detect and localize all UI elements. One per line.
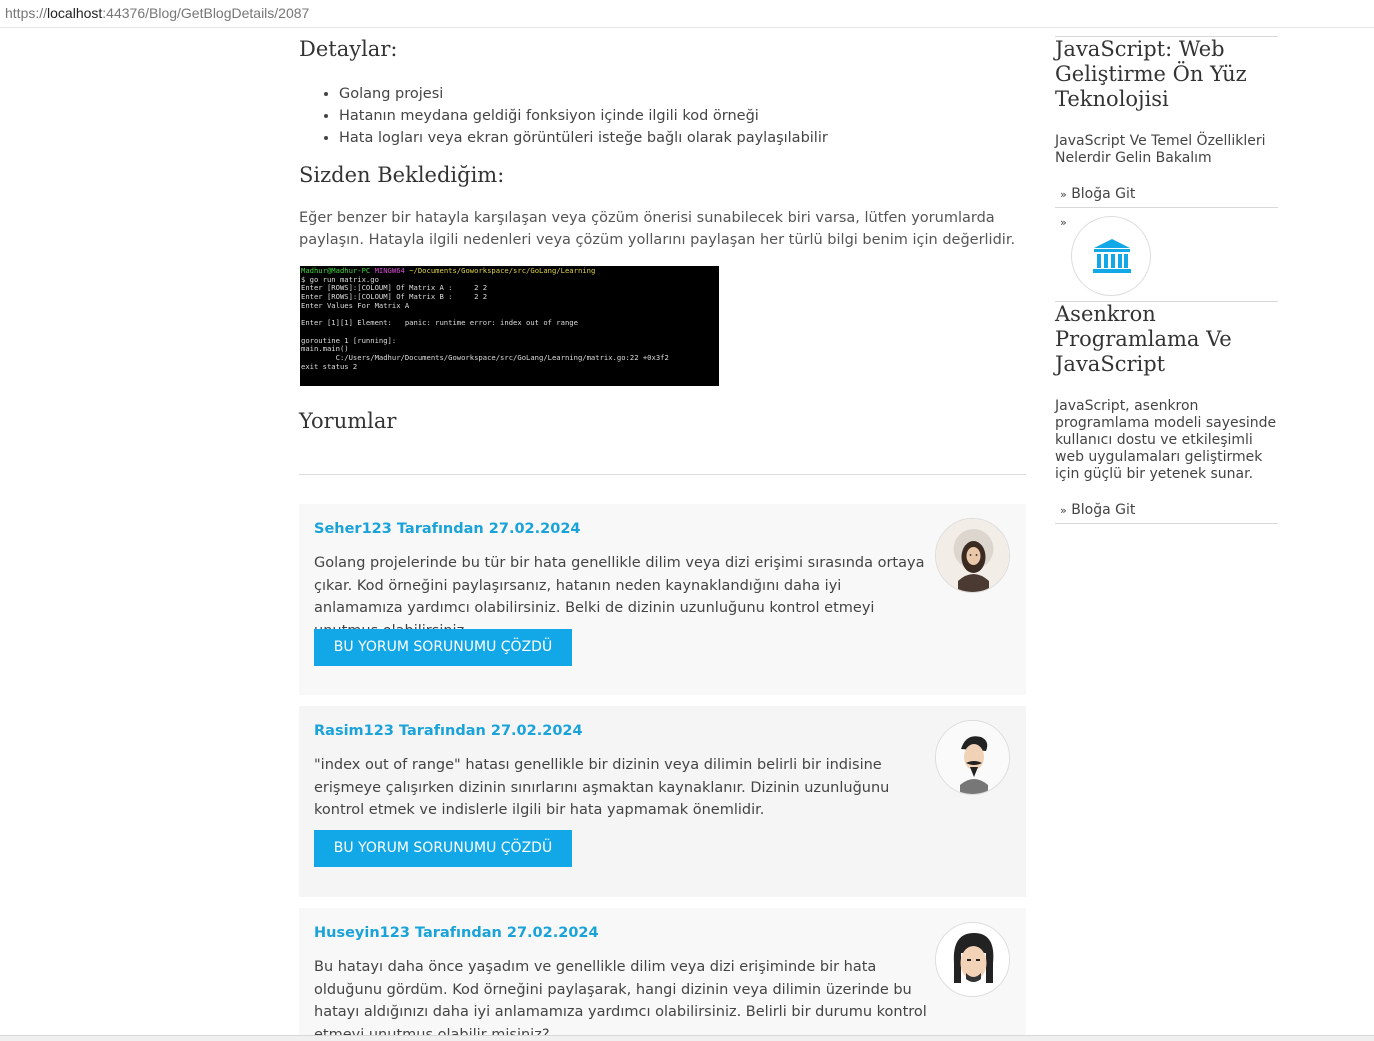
terminal-path: ~/Documents/Goworkspace/src/GoLang/Learn… [409, 266, 596, 275]
comment-text: Bu hatayı daha önce yaşadım ve genellikl… [314, 959, 927, 1041]
chevron-right-icon: » [1060, 216, 1067, 229]
divider [1055, 207, 1278, 208]
go-to-blog-label: Bloğa Git [1071, 186, 1136, 202]
comment-author-date[interactable]: Seher123 Tarafından 27.02.2024 [314, 521, 581, 537]
comment-author-date[interactable]: Rasim123 Tarafından 27.02.2024 [314, 723, 583, 739]
sidebar-post-title[interactable]: Asenkron Programlama Ve JavaScript [1055, 302, 1278, 377]
expectation-text: Eğer benzer bir hatayla karşılaşan veya … [299, 210, 1016, 248]
terminal-line: Enter Values For Matrix A [301, 300, 410, 310]
address-bar[interactable]: https://localhost:44376/Blog/GetBlogDeta… [0, 0, 1374, 28]
solved-my-problem-button[interactable]: BU YORUM SORUNUMU ÇÖZDÜ [314, 830, 572, 867]
avatar [935, 720, 1010, 795]
divider [1055, 523, 1278, 524]
details-list-item: Hata logları veya ekran görüntüleri iste… [339, 127, 828, 149]
terminal-line: main.main() [301, 344, 349, 354]
man-mustache-avatar-icon [936, 721, 1009, 794]
url-scheme: https:// [5, 5, 48, 21]
url-path: :44376/Blog/GetBlogDetails/2087 [102, 5, 310, 21]
details-heading: Detaylar: [299, 37, 398, 61]
sidebar-post-description: JavaScript Ve Temel Özellikleri Nelerdir… [1055, 133, 1266, 166]
man-long-hair-avatar-icon [936, 923, 1009, 996]
avatar [935, 922, 1010, 997]
solved-my-problem-button[interactable]: BU YORUM SORUNUMU ÇÖZDÜ [314, 629, 572, 666]
terminal-user: Madhur@Madhur-PC [301, 266, 371, 275]
terminal-line: Enter [ROWS]:[COLOUM] Of Matrix A : 2 2 [301, 283, 488, 293]
details-list-item: Hatanın meydana geldiği fonksiyon içinde… [339, 105, 828, 127]
chevron-right-icon: » [1060, 504, 1067, 517]
comment-author-date[interactable]: Huseyin123 Tarafından 27.02.2024 [314, 925, 599, 941]
sidebar-post-title[interactable]: JavaScript: Web Geliştirme Ön Yüz Teknol… [1055, 37, 1278, 112]
details-list: Golang projesi Hatanın meydana geldiği f… [339, 83, 828, 149]
go-to-blog-link[interactable]: » Bloğa Git [1060, 502, 1135, 518]
sidebar-post-thumbnail[interactable] [1071, 216, 1151, 296]
comment-card: Rasim123 Tarafından 27.02.2024 "index ou… [299, 706, 1026, 897]
comments-heading: Yorumlar [299, 409, 397, 433]
details-list-item: Golang projesi [339, 83, 828, 105]
terminal-line: exit status 2 [301, 361, 358, 371]
sidebar-post-description: JavaScript, asenkron programlama modeli … [1055, 398, 1277, 482]
divider [299, 474, 1026, 475]
url-host: localhost [47, 5, 103, 21]
terminal-screenshot: Madhur@Madhur-PC MINGW64 ~/Documents/Gow… [300, 266, 719, 386]
go-to-blog-link[interactable]: » Bloğa Git [1060, 186, 1135, 202]
terminal-line: Enter [ROWS]:[COLOUM] Of Matrix B : 2 2 [301, 292, 488, 302]
terminal-line: Enter [1][1] Element: panic: runtime err… [301, 318, 578, 328]
bank-icon [1093, 239, 1131, 273]
terminal-line: $ go run matrix.go [301, 274, 379, 284]
url-text[interactable]: https://localhost:44376/Blog/GetBlogDeta… [5, 5, 309, 21]
comment-text: "index out of range" hatası genellikle b… [314, 757, 890, 818]
comment-card: Seher123 Tarafından 27.02.2024 Golang pr… [299, 504, 1026, 695]
horizontal-scrollbar[interactable] [0, 1035, 1374, 1041]
go-to-blog-label: Bloğa Git [1071, 502, 1136, 518]
avatar [935, 518, 1010, 593]
expectation-heading: Sizden Beklediğim: [299, 163, 505, 187]
terminal-line: goroutine 1 [running]: [301, 335, 397, 345]
chevron-right-icon: » [1060, 188, 1067, 201]
terminal-env: MINGW64 [374, 266, 405, 275]
comment-card: Huseyin123 Tarafından 27.02.2024 Bu hata… [299, 908, 1026, 1041]
woman-avatar-icon [936, 519, 1009, 592]
terminal-line: C:/Users/Madhur/Documents/Goworkspace/sr… [301, 353, 669, 363]
